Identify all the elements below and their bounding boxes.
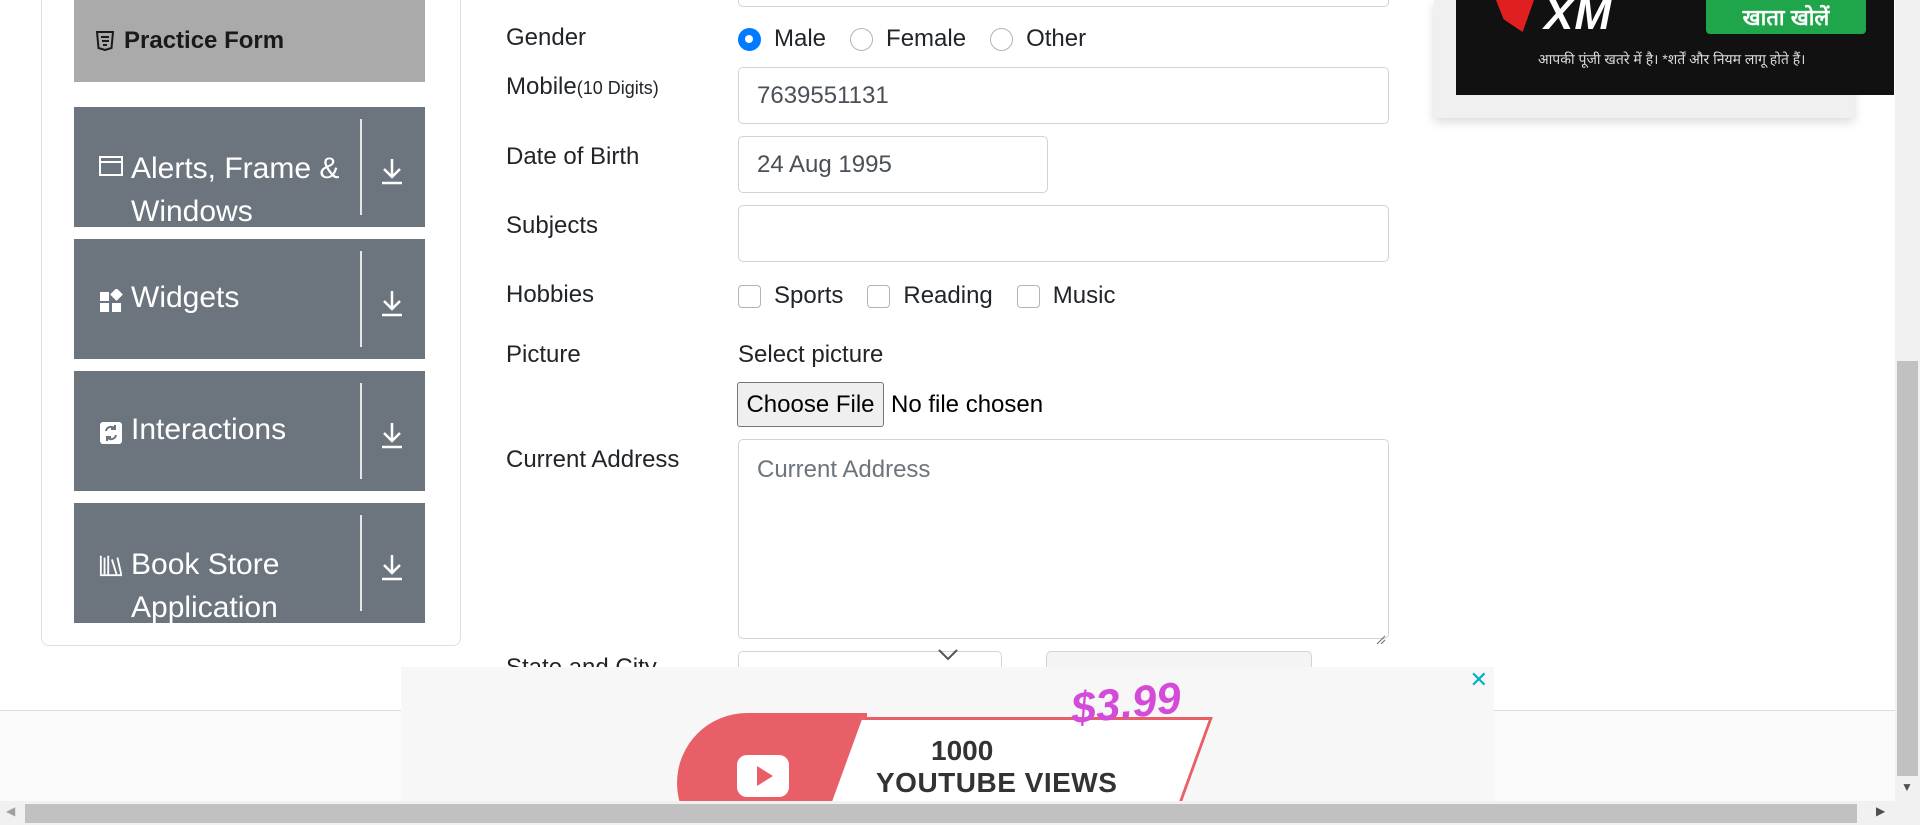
radio-label: Other xyxy=(1026,25,1087,52)
hobby-reading-option[interactable]: Reading xyxy=(867,282,993,310)
html5-icon xyxy=(96,31,114,51)
radio-label: Female xyxy=(886,25,967,52)
mobile-label-text: Mobile xyxy=(506,73,577,100)
file-status: No file chosen xyxy=(891,391,1044,418)
scroll-left-arrow-icon[interactable]: ◀ xyxy=(6,804,15,818)
mobile-value: 7639551131 xyxy=(757,81,889,109)
download-icon[interactable] xyxy=(379,289,405,317)
play-icon xyxy=(737,755,789,797)
download-icon[interactable] xyxy=(379,421,405,449)
ad-text-views: YOUTUBE VIEWS xyxy=(876,767,1118,798)
gender-label: Gender xyxy=(506,24,587,51)
bottom-ad-banner[interactable]: ✕ 1000 YOUTUBE VIEWS $3.99 xyxy=(401,667,1494,801)
top-ad-banner[interactable]: XM खाता खोलें आपकी पूंजी खतरे में है। *श… xyxy=(1456,0,1894,95)
current-address-textarea[interactable]: Current Address xyxy=(738,439,1389,645)
divider xyxy=(360,119,362,215)
ad-cta-button[interactable]: खाता खोलें xyxy=(1706,0,1866,34)
sidebar-item-label: Practice Form xyxy=(124,27,285,54)
hobby-music-option[interactable]: Music xyxy=(1016,282,1116,310)
resize-grip-icon[interactable] xyxy=(1374,624,1386,645)
ad-brand: XM xyxy=(1544,0,1612,39)
dob-input[interactable]: 24 Aug 1995 xyxy=(738,136,1048,193)
horizontal-scroll-thumb[interactable] xyxy=(25,804,1857,823)
checkbox-label: Sports xyxy=(774,282,844,309)
close-icon[interactable]: ✕ xyxy=(1470,667,1488,693)
hobby-sports-option[interactable]: Sports xyxy=(738,282,843,310)
hobbies-label: Hobbies xyxy=(506,281,595,308)
checkbox[interactable] xyxy=(1016,284,1040,308)
checkbox-label: Reading xyxy=(903,282,993,309)
sidebar-group-book-store[interactable]: Book Store Application xyxy=(74,503,425,624)
mobile-input[interactable]: 7639551131 xyxy=(738,67,1389,124)
textarea-placeholder: Current Address xyxy=(757,456,931,483)
dob-value: 24 Aug 1995 xyxy=(757,150,892,178)
brand-logo-icon xyxy=(1496,0,1534,32)
download-icon[interactable] xyxy=(379,157,405,185)
books-icon xyxy=(99,553,123,577)
checkbox[interactable] xyxy=(738,284,761,308)
checkbox-label: Music xyxy=(1052,282,1116,309)
download-icon[interactable] xyxy=(379,553,405,581)
ad-text-count: 1000 xyxy=(931,735,994,766)
sidebar-group-label: Book Store Application xyxy=(131,548,280,624)
window-icon xyxy=(99,155,123,179)
chevron-down-icon xyxy=(937,648,959,667)
hobbies-checkbox-group: Sports Reading Music xyxy=(738,282,1139,310)
gender-female-option[interactable]: Female xyxy=(850,25,966,53)
scroll-right-arrow-icon[interactable]: ▶ xyxy=(1876,804,1885,818)
gender-radio-group: Male Female Other xyxy=(738,25,1110,53)
sidebar-group-label: Widgets xyxy=(131,281,240,314)
picture-label: Picture xyxy=(506,341,581,368)
divider xyxy=(360,515,362,611)
vertical-scroll-thumb[interactable] xyxy=(1897,361,1918,776)
radio-button[interactable] xyxy=(990,27,1014,51)
interactions-icon xyxy=(99,421,123,445)
dob-label: Date of Birth xyxy=(506,143,640,170)
current-address-label: Current Address xyxy=(506,446,680,473)
widgets-icon xyxy=(99,289,123,313)
radio-button[interactable] xyxy=(738,27,761,51)
radio-label: Male xyxy=(774,25,827,52)
checkbox[interactable] xyxy=(867,284,891,308)
gender-other-option[interactable]: Other xyxy=(990,25,1086,53)
sidebar-group-label: Alerts, Frame & Windows xyxy=(131,152,340,228)
radio-button[interactable] xyxy=(850,27,874,51)
divider xyxy=(360,383,362,479)
sidebar-group-alerts[interactable]: Alerts, Frame & Windows xyxy=(74,107,425,228)
mobile-hint: (10 Digits) xyxy=(576,78,659,98)
sidebar-group-label: Interactions xyxy=(131,413,287,446)
mobile-label: Mobile(10 Digits) xyxy=(506,73,659,101)
scroll-down-arrow-icon[interactable]: ▼ xyxy=(1901,780,1913,794)
select-picture-text: Select picture xyxy=(738,341,884,368)
sidebar-item-practice-form[interactable]: Practice Form xyxy=(74,0,425,82)
subjects-label: Subjects xyxy=(506,212,599,239)
email-field[interactable] xyxy=(738,0,1389,7)
ad-disclaimer: आपकी पूंजी खतरे में है। *शर्तें और नियम … xyxy=(1538,51,1806,67)
subjects-input[interactable] xyxy=(738,205,1389,262)
gender-male-option[interactable]: Male xyxy=(738,25,826,53)
sidebar-group-widgets[interactable]: Widgets xyxy=(74,239,425,359)
sidebar-group-interactions[interactable]: Interactions xyxy=(74,371,425,491)
divider xyxy=(360,251,362,347)
choose-file-button[interactable]: Choose File xyxy=(737,382,884,427)
